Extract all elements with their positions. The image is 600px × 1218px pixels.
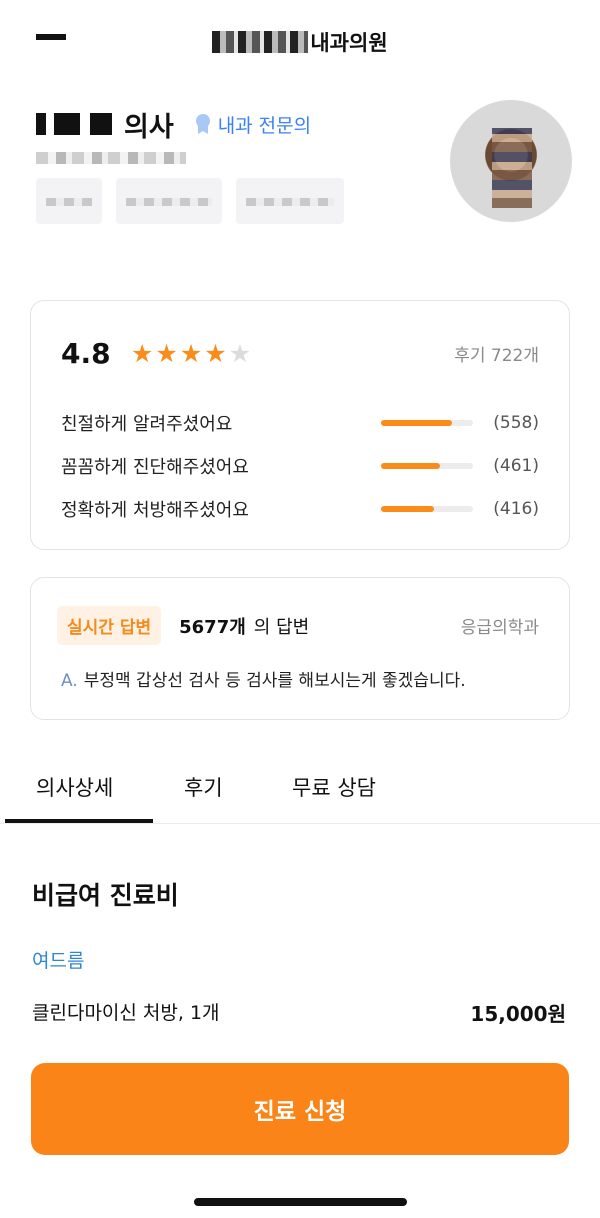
blurred-tag [116,178,222,224]
fee-item-price: 15,000원 [470,1002,566,1026]
rating-bar-fill [381,419,452,426]
blurred-doctor-name [36,113,116,135]
doctor-avatar [450,100,572,222]
fee-section-title: 비급여 진료비 [32,881,179,910]
fee-category: 여드름 [32,950,85,972]
home-indicator [194,1198,407,1206]
blurred-tags [36,178,344,224]
rating-score: 4.8 [61,337,111,370]
specialist-label: 내과 전문의 [217,114,312,137]
rating-bar [381,505,473,512]
answer-prefix: A. [61,671,78,691]
answer-preview: A. 부정맥 갑상선 검사 등 검사를 해보시는게 좋겠습니다. [61,666,549,691]
rating-count: (416) [493,498,539,519]
rating-row: 친절하게 알려주셨어요 (558) [61,401,539,444]
rating-label: 꼼꼼하게 진단해주셨어요 [61,456,249,478]
star-filled-icon: ★ [131,339,154,368]
request-consultation-button[interactable]: 진료 신청 [31,1063,569,1155]
blurred-hospital-line [36,152,186,164]
rating-label: 친절하게 알려주셨어요 [61,413,233,435]
blurred-tag [36,178,102,224]
fee-item-row: 클린다마이신 처방, 1개 15,000원 [32,998,566,1027]
top-bar: 내과의원 [0,0,600,84]
star-filled-icon: ★ [204,339,227,368]
tab-doctor-detail[interactable]: 의사상세 [36,772,113,802]
active-tab-indicator [5,819,153,823]
star-rating: ★ ★ ★ ★ ★ [131,341,251,366]
rating-count: (461) [493,455,539,476]
tab-reviews[interactable]: 후기 [184,772,223,802]
ribbon-icon [195,114,210,134]
rating-breakdown: 친절하게 알려주셨어요 (558) 꼼꼼하게 진단해주셨어요 (461) 정확하… [61,401,539,530]
star-filled-icon: ★ [179,339,203,368]
rating-label: 정확하게 처방해주셨어요 [61,499,249,521]
request-consultation-label: 진료 신청 [253,1099,347,1125]
rating-bar-fill [381,505,435,512]
fee-item-name: 클린다마이신 처방, 1개 [32,1002,220,1024]
review-count[interactable]: 후기 722개 [454,341,539,366]
star-filled-icon: ★ [155,339,178,368]
rating-count: (558) [493,412,539,433]
page-title-suffix: 내과의원 [310,31,388,55]
rating-card[interactable]: 4.8 ★ ★ ★ ★ ★ 후기 722개 친절하게 알려주셨어요 (558) 꼼꼼하게… [30,300,570,550]
answer-card[interactable]: 실시간 답변 5677개 의 답변 응급의학과 A. 부정맥 갑상선 검사 등 검… [30,577,570,720]
answer-count: 5677개 [179,616,246,638]
answer-text: 부정맥 갑상선 검사 등 검사를 해보시는게 좋겠습니다. [83,671,466,691]
tab-free-consult[interactable]: 무료 상담 [292,772,376,802]
rating-bar [381,462,473,469]
detail-tabs: 의사상세 후기 무료 상담 [0,760,600,824]
live-answer-badge: 실시간 답변 [57,606,162,645]
blurred-tag [236,178,344,224]
star-empty-icon: ★ [228,339,252,368]
answer-department: 응급의학과 [460,618,539,638]
rating-row: 꼼꼼하게 진단해주셨어요 (461) [61,444,539,487]
answer-count-suffix: 의 답변 [253,616,310,638]
doctor-info: 의사 내과 전문의 [36,104,436,144]
doctor-title: 의사 [124,111,174,143]
blurred-clinic-name [212,31,309,53]
rating-bar-fill [381,462,440,469]
specialist-badge: 내과 전문의 [194,111,311,138]
page-title: 내과의원 [0,27,600,57]
rating-bar [381,419,473,426]
rating-row: 정확하게 처방해주셨어요 (416) [61,487,539,530]
